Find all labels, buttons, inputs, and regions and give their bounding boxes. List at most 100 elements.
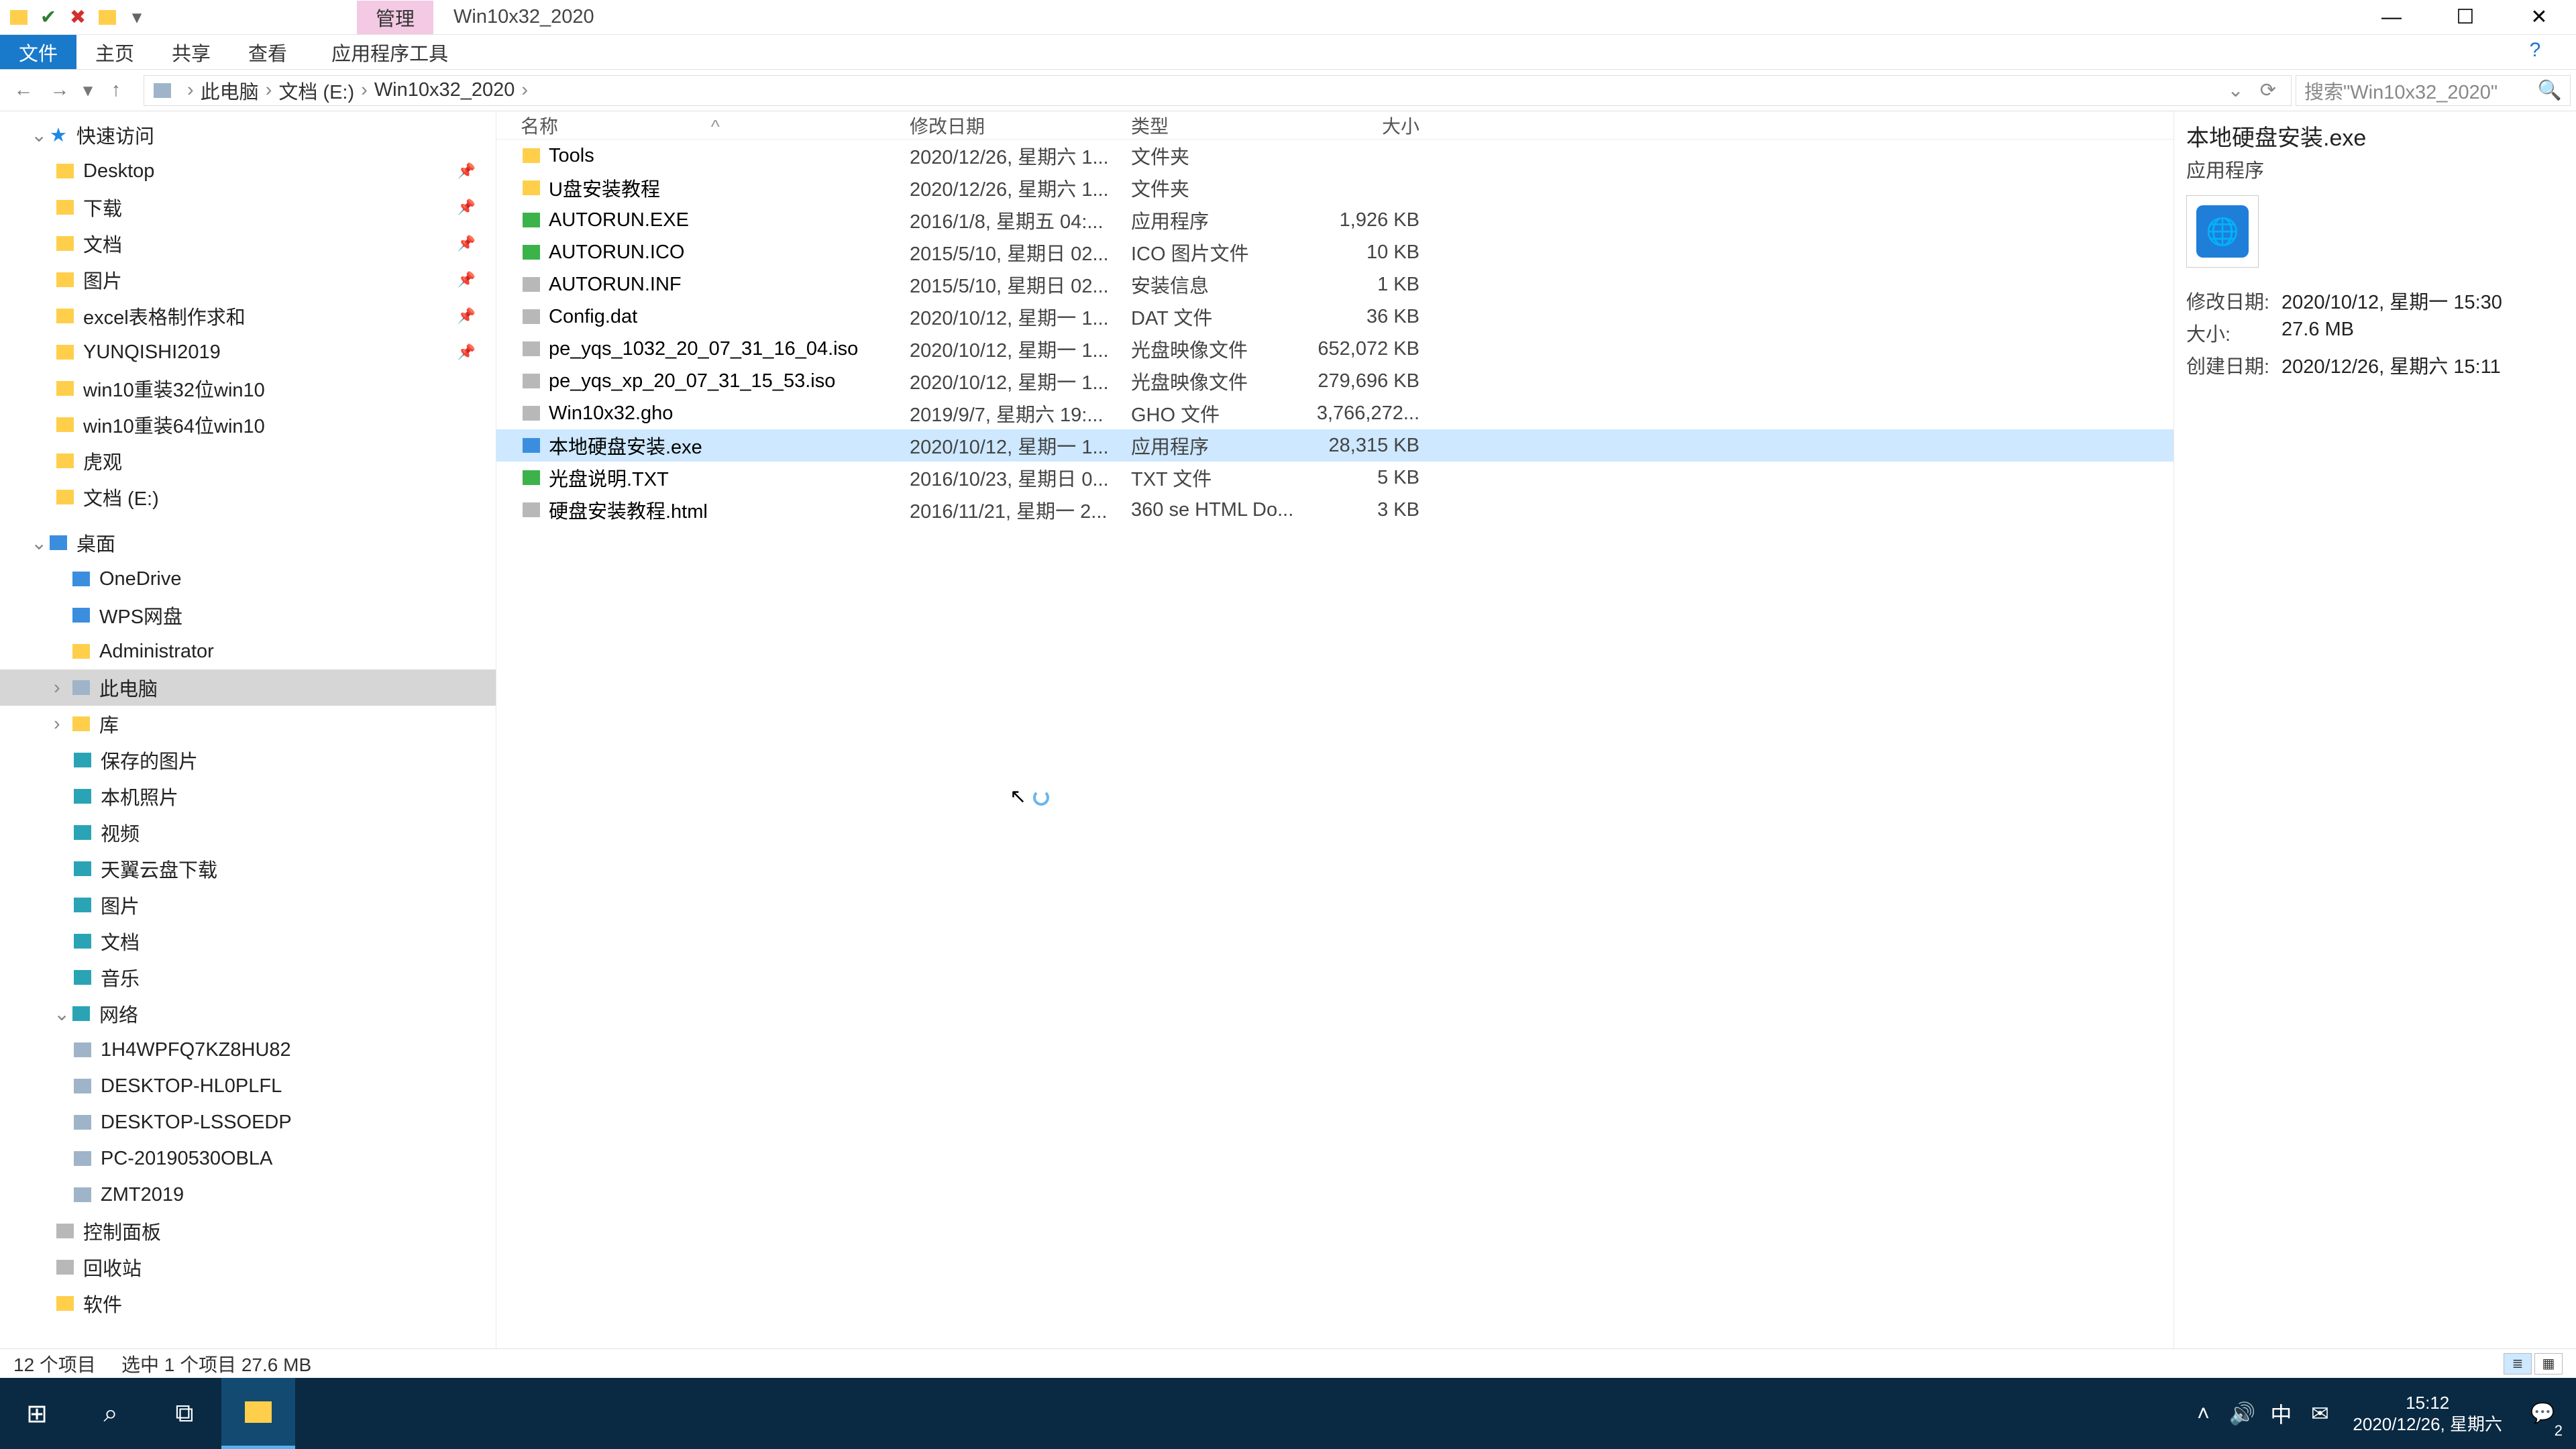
nav-library-item[interactable]: 音乐 bbox=[0, 959, 496, 996]
qat-delete-icon[interactable]: ✖ bbox=[64, 4, 91, 31]
nav-desktop[interactable]: ⌄桌面 bbox=[0, 525, 496, 561]
nav-quick-item[interactable]: 虎观 bbox=[0, 443, 496, 479]
nav-network[interactable]: ⌄网络 bbox=[0, 996, 496, 1032]
view-icons-button[interactable]: ▦ bbox=[2534, 1353, 2563, 1375]
breadcrumb-seg-1[interactable]: 文档 (E:) bbox=[278, 76, 354, 105]
action-center-button[interactable]: 💬2 bbox=[2516, 1378, 2569, 1449]
nav-library-item[interactable]: 保存的图片 bbox=[0, 742, 496, 778]
nav-misc-item[interactable]: 软件 bbox=[0, 1285, 496, 1322]
column-headers[interactable]: 名称 ^ 修改日期 类型 大小 bbox=[496, 111, 2174, 140]
file-row[interactable]: pe_yqs_xp_20_07_31_15_53.iso2020/10/12, … bbox=[496, 365, 2174, 397]
tray-overflow-icon[interactable]: ˄ bbox=[2184, 1378, 2222, 1449]
nav-desktop-item[interactable]: ›库 bbox=[0, 706, 496, 742]
nav-network-item[interactable]: PC-20190530OBLA bbox=[0, 1140, 496, 1177]
status-item-count: 12 个项目 bbox=[13, 1350, 96, 1377]
recent-dropdown[interactable]: ▾ bbox=[78, 74, 98, 107]
nav-quick-item[interactable]: Desktop📌 bbox=[0, 153, 496, 189]
ribbon-tab-app-tools[interactable]: 应用程序工具 bbox=[313, 35, 467, 69]
help-button[interactable]: ? bbox=[2498, 39, 2572, 62]
taskbar-clock[interactable]: 15:12 2020/12/26, 星期六 bbox=[2339, 1392, 2516, 1436]
col-type[interactable]: 类型 bbox=[1131, 112, 1305, 139]
file-row[interactable]: AUTORUN.ICO2015/5/10, 星期日 02...ICO 图片文件1… bbox=[496, 236, 2174, 268]
refresh-icon[interactable]: ⟳ bbox=[2252, 78, 2284, 102]
task-view-button[interactable]: ⧉ bbox=[148, 1378, 221, 1449]
ribbon-context-label[interactable]: 管理 bbox=[357, 1, 433, 34]
file-row[interactable]: pe_yqs_1032_20_07_31_16_04.iso2020/10/12… bbox=[496, 333, 2174, 365]
col-date[interactable]: 修改日期 bbox=[910, 112, 1131, 139]
forward-button[interactable]: → bbox=[42, 74, 78, 107]
nav-desktop-item[interactable]: ›此电脑 bbox=[0, 669, 496, 706]
file-row[interactable]: Win10x32.gho2019/9/7, 星期六 19:...GHO 文件3,… bbox=[496, 397, 2174, 429]
mail-icon[interactable]: ✉ bbox=[2300, 1378, 2339, 1449]
nav-quick-item[interactable]: 文档 (E:) bbox=[0, 479, 496, 515]
file-row[interactable]: 光盘说明.TXT2016/10/23, 星期日 0...TXT 文件5 KB bbox=[496, 462, 2174, 494]
chevron-right-icon[interactable]: › bbox=[180, 79, 201, 101]
qat-dropdown-icon[interactable]: ▾ bbox=[123, 4, 150, 31]
file-size: 36 KB bbox=[1305, 306, 1419, 328]
nav-library-item[interactable]: 天翼云盘下载 bbox=[0, 851, 496, 887]
search-icon[interactable]: 🔍 bbox=[2538, 79, 2562, 102]
nav-quick-item[interactable]: 图片📌 bbox=[0, 262, 496, 298]
file-row[interactable]: AUTORUN.EXE2016/1/8, 星期五 04:...应用程序1,926… bbox=[496, 204, 2174, 236]
taskbar-search-button[interactable]: ⌕ bbox=[74, 1378, 148, 1449]
back-button[interactable]: ← bbox=[5, 74, 42, 107]
volume-icon[interactable]: 🔊 bbox=[2222, 1378, 2261, 1449]
ribbon-tab-share[interactable]: 共享 bbox=[153, 35, 229, 69]
nav-desktop-item[interactable]: WPS网盘 bbox=[0, 597, 496, 633]
nav-quick-item[interactable]: excel表格制作求和📌 bbox=[0, 298, 496, 334]
nav-network-item[interactable]: 1H4WPFQ7KZ8HU82 bbox=[0, 1032, 496, 1068]
nav-quick-item[interactable]: 下载📌 bbox=[0, 189, 496, 225]
nav-quick-item[interactable]: YUNQISHI2019📌 bbox=[0, 334, 496, 370]
folder-icon bbox=[54, 341, 76, 364]
file-name: pe_yqs_1032_20_07_31_16_04.iso bbox=[549, 338, 910, 360]
nav-misc-item[interactable]: 回收站 bbox=[0, 1249, 496, 1285]
nav-quick-item[interactable]: win10重装32位win10 bbox=[0, 370, 496, 407]
nav-library-item[interactable]: 视频 bbox=[0, 814, 496, 851]
file-row[interactable]: AUTORUN.INF2015/5/10, 星期日 02...安装信息1 KB bbox=[496, 268, 2174, 301]
nav-library-item[interactable]: 文档 bbox=[0, 923, 496, 959]
chevron-right-icon[interactable]: › bbox=[259, 79, 279, 101]
close-button[interactable]: ✕ bbox=[2502, 0, 2576, 34]
computer-icon bbox=[71, 1111, 94, 1134]
maximize-button[interactable]: ☐ bbox=[2428, 0, 2502, 34]
nav-quick-item[interactable]: 文档📌 bbox=[0, 225, 496, 262]
qat-checkmark-icon[interactable]: ✔ bbox=[35, 4, 62, 31]
up-button[interactable]: ↑ bbox=[98, 74, 134, 107]
search-input[interactable]: 搜索"Win10x32_2020" 🔍 bbox=[2296, 75, 2571, 106]
window-buttons: — ☐ ✕ ? bbox=[2355, 0, 2576, 34]
file-row[interactable]: Tools2020/12/26, 星期六 1...文件夹 bbox=[496, 140, 2174, 172]
minimize-button[interactable]: — bbox=[2355, 0, 2428, 34]
ribbon-tab-view[interactable]: 查看 bbox=[229, 35, 306, 69]
nav-misc-item[interactable]: 控制面板 bbox=[0, 1213, 496, 1249]
nav-library-item[interactable]: 图片 bbox=[0, 887, 496, 923]
ime-indicator[interactable]: 中 bbox=[2261, 1378, 2300, 1449]
chevron-right-icon[interactable]: › bbox=[354, 79, 374, 101]
file-row[interactable]: U盘安装教程2020/12/26, 星期六 1...文件夹 bbox=[496, 172, 2174, 204]
file-row[interactable]: Config.dat2020/10/12, 星期一 1...DAT 文件36 K… bbox=[496, 301, 2174, 333]
nav-quick-access[interactable]: ⌄★快速访问 bbox=[0, 117, 496, 153]
nav-network-item[interactable]: DESKTOP-LSSOEDP bbox=[0, 1104, 496, 1140]
nav-network-item[interactable]: DESKTOP-HL0PLFL bbox=[0, 1068, 496, 1104]
file-row[interactable]: 硬盘安装教程.html2016/11/21, 星期一 2...360 se HT… bbox=[496, 494, 2174, 526]
start-button[interactable]: ⊞ bbox=[0, 1378, 74, 1449]
breadcrumb[interactable]: › 此电脑 › 文档 (E:) › Win10x32_2020 › ⌄ ⟳ bbox=[144, 75, 2292, 106]
view-details-button[interactable]: ≣ bbox=[2504, 1353, 2532, 1375]
ribbon-tab-home[interactable]: 主页 bbox=[76, 35, 153, 69]
navigation-pane[interactable]: ⌄★快速访问 Desktop📌下载📌文档📌图片📌excel表格制作求和📌YUNQ… bbox=[0, 111, 496, 1348]
nav-desktop-item[interactable]: OneDrive bbox=[0, 561, 496, 597]
taskbar-explorer-button[interactable] bbox=[221, 1378, 295, 1449]
nav-quick-item[interactable]: win10重装64位win10 bbox=[0, 407, 496, 443]
nav-network-item[interactable]: ZMT2019 bbox=[0, 1177, 496, 1213]
breadcrumb-seg-2[interactable]: Win10x32_2020 bbox=[374, 79, 515, 101]
file-type: TXT 文件 bbox=[1131, 464, 1305, 492]
ribbon-file-tab[interactable]: 文件 bbox=[0, 35, 76, 69]
col-size[interactable]: 大小 bbox=[1305, 112, 1419, 139]
nav-desktop-item[interactable]: Administrator bbox=[0, 633, 496, 669]
file-row[interactable]: 本地硬盘安装.exe2020/10/12, 星期一 1...应用程序28,315… bbox=[496, 429, 2174, 462]
address-dropdown-icon[interactable]: ⌄ bbox=[2219, 78, 2251, 102]
breadcrumb-seg-0[interactable]: 此电脑 bbox=[201, 76, 259, 105]
qat-new-icon[interactable] bbox=[94, 4, 121, 31]
chevron-right-icon[interactable]: › bbox=[515, 79, 535, 101]
nav-library-item[interactable]: 本机照片 bbox=[0, 778, 496, 814]
col-name[interactable]: 名称 ^ bbox=[521, 112, 910, 139]
